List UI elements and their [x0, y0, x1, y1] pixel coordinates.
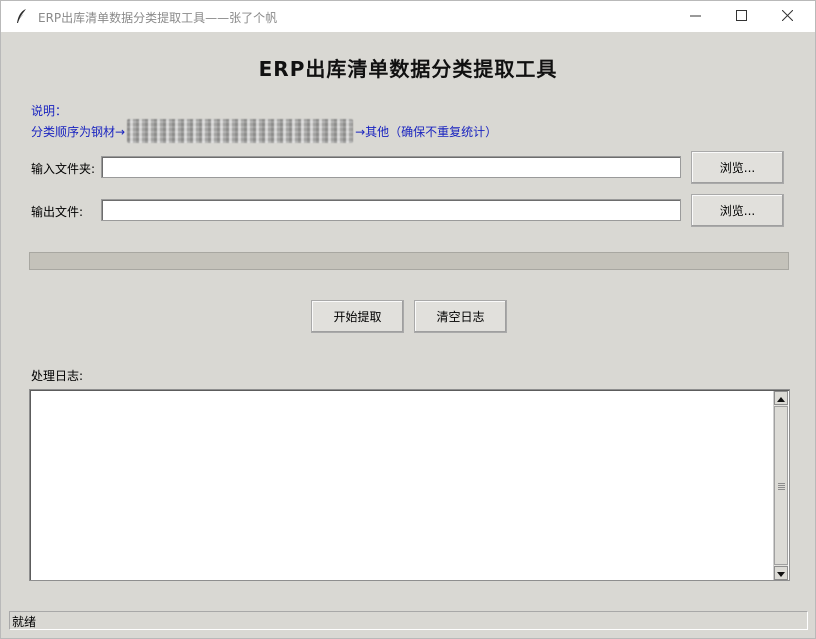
app-window: ERP出库清单数据分类提取工具——张了个帆 ERP出库清单数据分类提取工具 说明… [0, 0, 816, 639]
status-bar: 就绪 [9, 611, 808, 630]
input-folder-field[interactable] [101, 156, 681, 178]
log-content [30, 390, 789, 396]
description-suffix: →其他（确保不重复统计） [355, 124, 498, 139]
start-extract-button[interactable]: 开始提取 [311, 300, 404, 333]
close-icon [781, 9, 793, 24]
title-bar: ERP出库清单数据分类提取工具——张了个帆 [1, 1, 815, 32]
output-file-label: 输出文件: [31, 205, 84, 219]
input-browse-button[interactable]: 浏览... [691, 151, 784, 184]
log-textarea[interactable] [29, 389, 790, 581]
close-button[interactable] [764, 1, 810, 32]
feather-icon [15, 8, 29, 24]
log-label: 处理日志: [31, 369, 84, 383]
clear-log-button[interactable]: 清空日志 [414, 300, 507, 333]
minimize-button[interactable] [672, 1, 718, 32]
minimize-icon [689, 10, 701, 24]
window-title: ERP出库清单数据分类提取工具——张了个帆 [38, 11, 278, 25]
progress-bar [29, 252, 789, 270]
scroll-down-button[interactable] [774, 566, 788, 580]
output-file-field[interactable] [101, 199, 681, 221]
description-text: 分类顺序为钢材→ →其他（确保不重复统计） [31, 119, 497, 143]
maximize-icon [735, 9, 747, 24]
description-prefix: 分类顺序为钢材→ [31, 124, 126, 139]
triangle-down-icon [777, 566, 785, 580]
scroll-up-button[interactable] [774, 391, 788, 405]
description-title: 说明： [31, 104, 68, 118]
page-title: ERP出库清单数据分类提取工具 [258, 57, 558, 81]
scrollbar-thumb[interactable] [774, 406, 788, 565]
grip-icon [778, 483, 785, 490]
maximize-button[interactable] [718, 1, 764, 32]
log-scrollbar[interactable] [773, 391, 788, 580]
triangle-up-icon [777, 391, 785, 405]
input-folder-label: 输入文件夹: [31, 162, 96, 176]
output-browse-button[interactable]: 浏览... [691, 194, 784, 227]
redacted-region [127, 119, 354, 143]
